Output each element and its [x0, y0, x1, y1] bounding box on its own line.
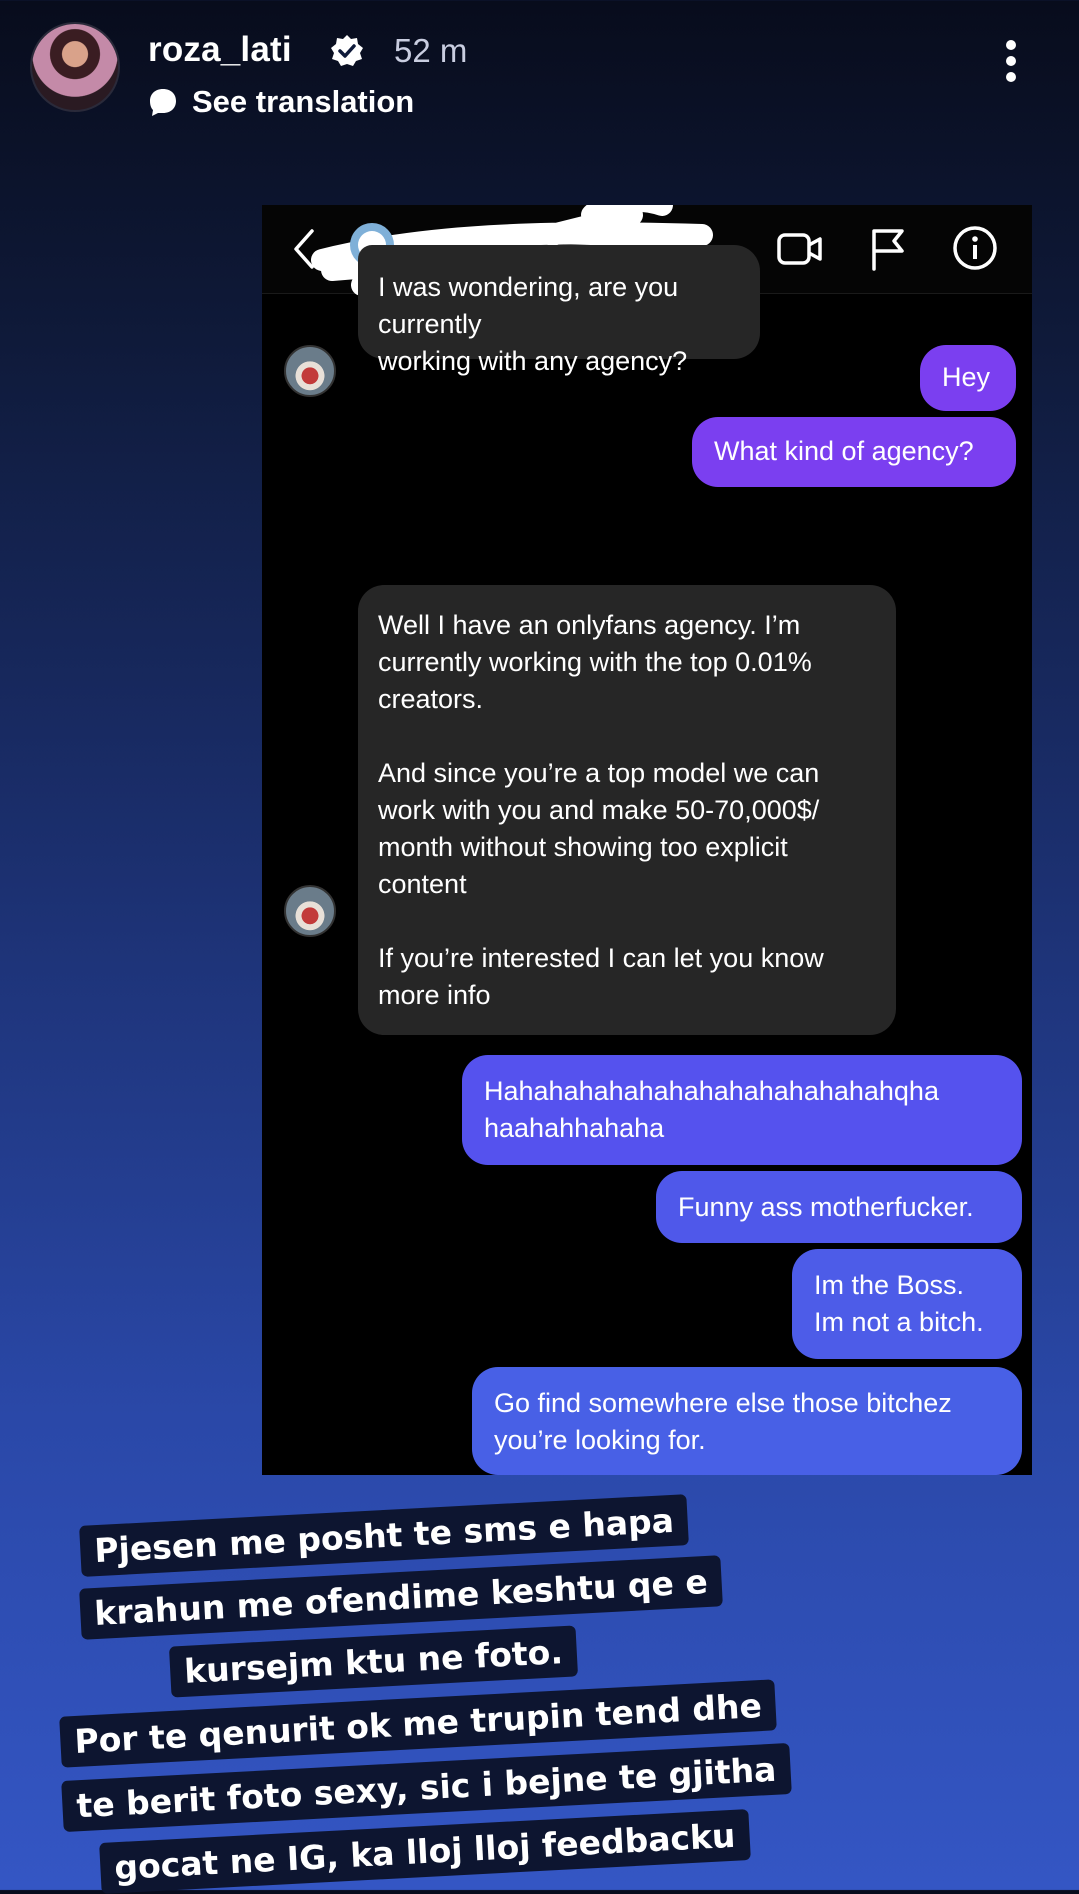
info-icon[interactable] — [952, 225, 998, 271]
message-incoming: Well I have an onlyfans agency. I’m curr… — [358, 585, 896, 1035]
video-call-icon[interactable] — [776, 231, 824, 267]
profile-avatar[interactable] — [30, 22, 120, 112]
translate-icon — [150, 89, 176, 116]
flag-icon[interactable] — [868, 227, 908, 271]
see-translation-label: See translation — [192, 84, 415, 119]
message-outgoing: What kind of agency? — [692, 417, 1016, 487]
message-outgoing: Funny ass motherfucker. — [656, 1171, 1022, 1243]
more-options-icon[interactable] — [1004, 40, 1018, 86]
story-header: roza_lati 52 m See translation — [0, 0, 1079, 140]
message-outgoing: Hey — [920, 345, 1016, 411]
post-time: 52 m — [394, 32, 468, 69]
dm-screenshot: I was wondering, are you currently worki… — [262, 205, 1032, 1475]
message-outgoing: Go find somewhere else those bitchez you… — [472, 1367, 1022, 1475]
sender-avatar — [284, 885, 336, 937]
verified-badge-icon — [331, 35, 363, 66]
caption-line: kursejm ktu ne foto. — [168, 1625, 579, 1698]
see-translation-button[interactable]: See translation — [148, 84, 414, 120]
message-incoming: I was wondering, are you currently worki… — [358, 245, 760, 376]
message-outgoing: Im the Boss. Im not a bitch. — [792, 1249, 1022, 1359]
sender-avatar — [284, 345, 336, 397]
message-outgoing: Hahahahahahahahahahahahahahqha haahahhah… — [462, 1055, 1022, 1165]
username[interactable]: roza_lati — [148, 30, 292, 70]
